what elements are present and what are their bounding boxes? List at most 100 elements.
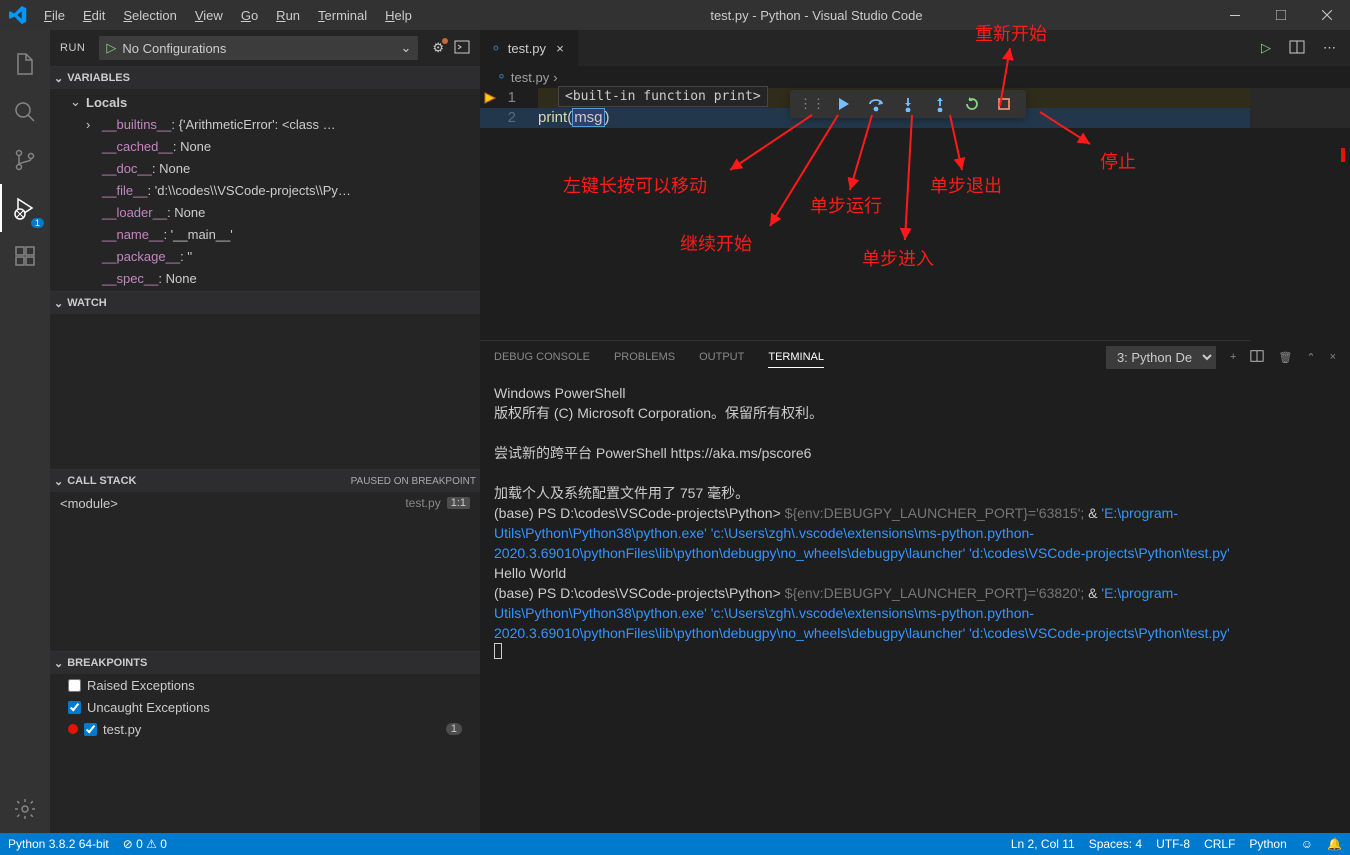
- source-control-icon[interactable]: [0, 136, 50, 184]
- tab-output[interactable]: OUTPUT: [699, 347, 744, 367]
- editor-area: ⚬ test.py × ▷ ⋯ ⚬ test.py › 1 2: [480, 30, 1350, 833]
- continue-button[interactable]: [828, 90, 860, 118]
- chevron-down-icon: ⌄: [70, 94, 86, 110]
- status-encoding[interactable]: UTF-8: [1156, 837, 1190, 851]
- run-file-icon[interactable]: ▷: [1261, 40, 1271, 56]
- status-bar: Python 3.8.2 64-bit ⊘ 0 ⚠ 0 Ln 2, Col 11…: [0, 833, 1350, 855]
- var-cached[interactable]: __cached__: None: [50, 135, 480, 157]
- code-area[interactable]: 1 2 print(msg) <built-in function print>: [480, 88, 1350, 340]
- more-actions-icon[interactable]: ⋯: [1323, 40, 1336, 56]
- var-loader[interactable]: __loader__: None: [50, 201, 480, 223]
- breadcrumb[interactable]: ⚬ test.py ›: [480, 66, 1350, 88]
- terminal-output[interactable]: Windows PowerShell 版权所有 (C) Microsoft Co…: [480, 373, 1350, 833]
- app-logo: [0, 6, 35, 24]
- var-builtins[interactable]: ›__builtins__: {'ArithmeticError': <clas…: [50, 113, 480, 135]
- terminal-select[interactable]: 3: Python Del: [1106, 346, 1216, 369]
- bp-raised-checkbox[interactable]: [68, 679, 81, 692]
- breakpoints-header[interactable]: ⌄BREAKPOINTS: [50, 652, 480, 674]
- maximize-panel-icon[interactable]: ⌃: [1306, 351, 1315, 364]
- play-icon: ▷: [106, 40, 116, 56]
- chevron-down-icon: ⌄: [54, 297, 63, 310]
- main-menu: File Edit Selection View Go Run Terminal…: [35, 8, 421, 23]
- breakpoint-dot-icon: [68, 724, 78, 734]
- var-package[interactable]: __package__: '': [50, 245, 480, 267]
- step-out-button[interactable]: [924, 90, 956, 118]
- menu-go[interactable]: Go: [232, 8, 267, 23]
- extensions-icon[interactable]: [0, 232, 50, 280]
- variables-header[interactable]: ⌄VARIABLES: [50, 67, 480, 89]
- chevron-down-icon: ⌄: [54, 475, 63, 488]
- run-sidebar: RUN ▷ No Configurations ⌄ ⚙ ⌄VARIABLES ⌄…: [50, 30, 480, 833]
- bp-file[interactable]: test.py1: [50, 718, 480, 740]
- python-file-icon: ⚬: [490, 40, 502, 57]
- status-lncol[interactable]: Ln 2, Col 11: [1011, 837, 1075, 851]
- step-into-button[interactable]: [892, 90, 924, 118]
- tab-debug-console[interactable]: DEBUG CONSOLE: [494, 347, 590, 367]
- menu-run[interactable]: Run: [267, 8, 309, 23]
- menu-selection[interactable]: Selection: [114, 8, 185, 23]
- hover-tooltip: <built-in function print>: [558, 86, 768, 107]
- restart-button[interactable]: [956, 90, 988, 118]
- close-panel-icon[interactable]: ×: [1330, 351, 1336, 363]
- status-feedback[interactable]: ☺: [1301, 837, 1313, 851]
- tab-test-py[interactable]: ⚬ test.py ×: [480, 30, 578, 66]
- overview-marker: [1341, 148, 1345, 162]
- tab-terminal[interactable]: TERMINAL: [768, 347, 824, 368]
- status-problems[interactable]: ⊘ 0 ⚠ 0: [123, 837, 167, 851]
- kill-terminal-icon[interactable]: 🗑: [1278, 351, 1292, 364]
- step-over-button[interactable]: [860, 90, 892, 118]
- debug-badge: 1: [31, 218, 44, 228]
- status-python[interactable]: Python 3.8.2 64-bit: [8, 837, 109, 851]
- chevron-down-icon: ⌄: [400, 40, 411, 56]
- bp-uncaught-checkbox[interactable]: [68, 701, 81, 714]
- chevron-right-icon: ›: [86, 117, 102, 132]
- minimize-button[interactable]: [1212, 0, 1258, 30]
- locals-scope[interactable]: ⌄Locals: [50, 91, 480, 113]
- menu-help[interactable]: Help: [376, 8, 421, 23]
- run-label: RUN: [60, 42, 85, 54]
- python-file-icon: ⚬: [496, 69, 507, 85]
- close-tab-icon[interactable]: ×: [552, 41, 568, 56]
- var-doc[interactable]: __doc__: None: [50, 157, 480, 179]
- status-language[interactable]: Python: [1249, 837, 1286, 851]
- status-eol[interactable]: CRLF: [1204, 837, 1235, 851]
- settings-icon[interactable]: [0, 785, 50, 833]
- callstack-header[interactable]: ⌄CALL STACKPAUSED ON BREAKPOINT: [50, 470, 480, 492]
- gear-icon[interactable]: ⚙: [432, 40, 444, 56]
- bp-uncaught[interactable]: Uncaught Exceptions: [50, 696, 480, 718]
- chevron-down-icon: ⌄: [54, 72, 63, 85]
- menu-terminal[interactable]: Terminal: [309, 8, 376, 23]
- menu-view[interactable]: View: [186, 8, 232, 23]
- stop-button[interactable]: [988, 90, 1020, 118]
- config-dropdown[interactable]: ▷ No Configurations ⌄: [99, 36, 418, 60]
- titlebar: File Edit Selection View Go Run Terminal…: [0, 0, 1350, 30]
- run-debug-icon[interactable]: 1: [0, 184, 50, 232]
- var-name[interactable]: __name__: '__main__': [50, 223, 480, 245]
- debug-toolbar[interactable]: ⋮⋮: [790, 90, 1026, 118]
- new-terminal-icon[interactable]: +: [1230, 351, 1236, 363]
- var-file[interactable]: __file__: 'd:\\codes\\VSCode-projects\\P…: [50, 179, 480, 201]
- tab-problems[interactable]: PROBLEMS: [614, 347, 675, 367]
- search-icon[interactable]: [0, 88, 50, 136]
- window-title: test.py - Python - Visual Studio Code: [421, 8, 1212, 23]
- explorer-icon[interactable]: [0, 40, 50, 88]
- bp-file-checkbox[interactable]: [84, 723, 97, 736]
- chevron-right-icon: ›: [553, 70, 557, 85]
- chevron-down-icon: ⌄: [54, 657, 63, 670]
- drag-handle-icon[interactable]: ⋮⋮: [796, 90, 828, 118]
- watch-header[interactable]: ⌄WATCH: [50, 292, 480, 314]
- activity-bar: 1: [0, 30, 50, 833]
- status-spaces[interactable]: Spaces: 4: [1089, 837, 1142, 851]
- split-terminal-icon[interactable]: [1250, 349, 1264, 366]
- bp-raised[interactable]: Raised Exceptions: [50, 674, 480, 696]
- debug-console-icon[interactable]: [454, 39, 470, 58]
- callstack-frame[interactable]: <module> test.py 1:1: [50, 492, 480, 514]
- minimap[interactable]: [1250, 88, 1350, 348]
- menu-file[interactable]: File: [35, 8, 74, 23]
- var-spec[interactable]: __spec__: None: [50, 267, 480, 289]
- maximize-button[interactable]: [1258, 0, 1304, 30]
- status-notifications-icon[interactable]: 🔔: [1327, 837, 1342, 851]
- close-button[interactable]: [1304, 0, 1350, 30]
- split-editor-icon[interactable]: [1289, 39, 1305, 58]
- menu-edit[interactable]: Edit: [74, 8, 114, 23]
